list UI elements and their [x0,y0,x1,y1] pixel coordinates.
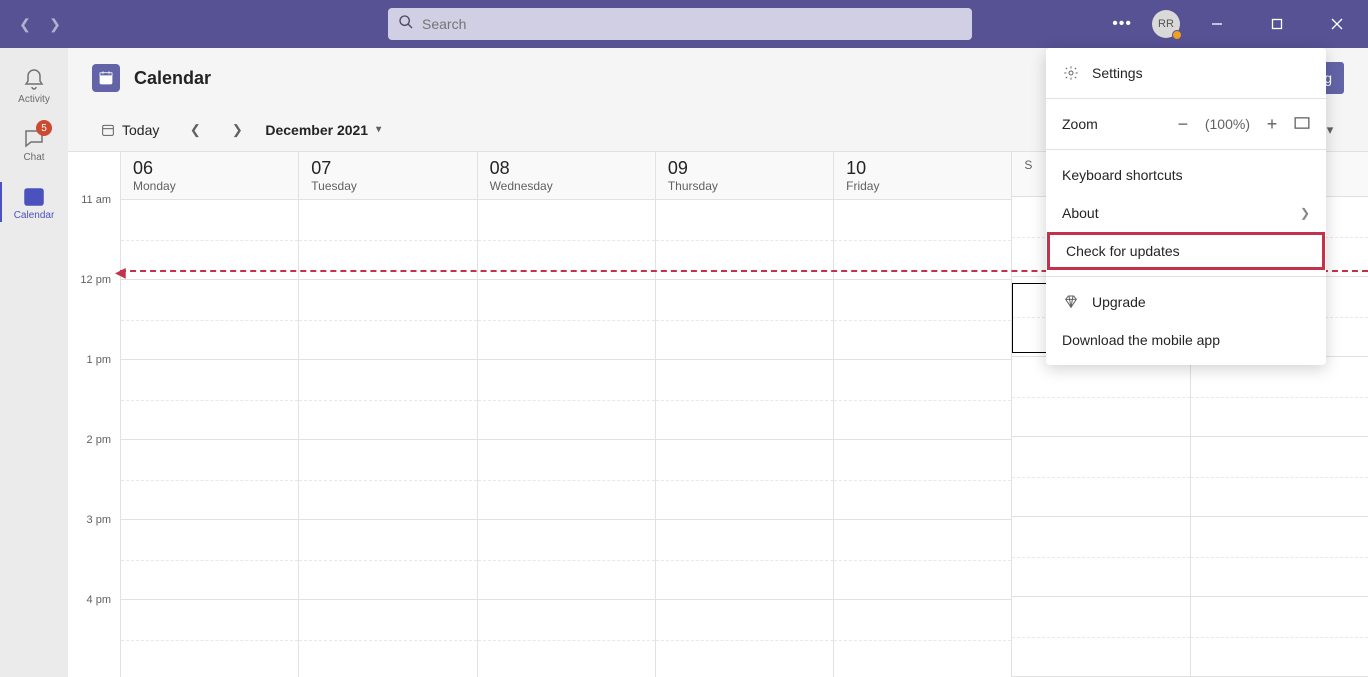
diamond-icon [1062,293,1080,311]
month-picker[interactable]: December 2021 ▾ [265,122,381,138]
app-rail: Activity 5 Chat Calendar [0,48,68,677]
chevron-down-icon: ▾ [376,124,381,135]
menu-about[interactable]: About ❯ [1046,194,1326,232]
gear-icon [1062,64,1080,82]
menu-check-updates[interactable]: Check for updates [1047,232,1325,270]
calendar-small-icon [100,122,116,138]
search-icon [398,14,414,35]
menu-separator [1046,276,1326,277]
prev-period[interactable]: ❮ [181,116,209,144]
today-label: Today [122,122,159,138]
day-column[interactable]: 06 Monday [120,152,298,677]
day-header: 10 Friday [834,152,1011,200]
day-name: Wednesday [490,179,643,193]
day-column[interactable]: 10 Friday [833,152,1011,677]
rail-chat[interactable]: 5 Chat [0,116,68,172]
time-label: 1 pm [68,354,119,434]
day-header: 06 Monday [121,152,298,200]
day-header: 09 Thursday [656,152,833,200]
zoom-out-button[interactable]: − [1171,114,1195,135]
day-name: Friday [846,179,999,193]
time-label: 12 pm [68,274,119,354]
day-name: Thursday [668,179,821,193]
zoom-in-button[interactable]: + [1260,114,1284,135]
menu-label: Keyboard shortcuts [1062,167,1183,183]
rail-label: Activity [18,94,50,105]
nav-back[interactable]: ❮ [16,16,34,33]
day-column[interactable]: 09 Thursday [655,152,833,677]
bell-icon [22,68,46,92]
day-header: 07 Tuesday [299,152,476,200]
rail-label: Chat [23,152,44,163]
window-minimize[interactable] [1194,0,1240,48]
window-close[interactable] [1314,0,1360,48]
calendar-icon [22,184,46,208]
chevron-right-icon: ❯ [1300,206,1310,220]
time-label: 3 pm [68,514,119,594]
rail-label: Calendar [14,210,55,221]
menu-label: Download the mobile app [1062,332,1220,348]
main-content: Calendar ng Today ❮ ❯ December 2021 ▾ ❮ … [68,48,1368,677]
day-number: 06 [133,158,286,179]
day-number: 10 [846,158,999,179]
month-text: December 2021 [265,122,368,138]
day-column[interactable]: 07 Tuesday [298,152,476,677]
more-menu-button[interactable]: ••• [1106,9,1138,39]
menu-keyboard-shortcuts[interactable]: Keyboard shortcuts [1046,156,1326,194]
nav-forward[interactable]: ❯ [46,16,64,33]
calendar-badge-icon [92,64,120,92]
menu-label: Settings [1092,65,1143,81]
day-name: Monday [133,179,286,193]
zoom-value: (100%) [1205,116,1250,132]
menu-zoom-row: Zoom − (100%) + [1046,105,1326,143]
zoom-label: Zoom [1062,116,1098,132]
menu-label: About [1062,205,1099,221]
time-column: 11 am 12 pm 1 pm 2 pm 3 pm 4 pm [68,152,120,677]
rail-calendar[interactable]: Calendar [0,174,68,230]
menu-download-mobile[interactable]: Download the mobile app [1046,321,1326,359]
today-button[interactable]: Today [92,118,167,142]
rail-activity[interactable]: Activity [0,58,68,114]
day-header: 08 Wednesday [478,152,655,200]
avatar[interactable]: RR [1152,10,1180,38]
next-period[interactable]: ❯ [223,116,251,144]
avatar-initials: RR [1158,18,1174,30]
menu-separator [1046,149,1326,150]
day-name: Tuesday [311,179,464,193]
search-input[interactable] [422,16,962,32]
time-label: 11 am [68,194,119,274]
settings-menu: Settings Zoom − (100%) + Keyboard shortc… [1046,48,1326,365]
search-box[interactable] [388,8,972,40]
now-dot: ◀ [115,264,126,281]
menu-label: Check for updates [1066,243,1180,259]
window-maximize[interactable] [1254,0,1300,48]
menu-settings[interactable]: Settings [1046,54,1326,92]
time-label: 4 pm [68,594,119,674]
chat-badge: 5 [36,120,52,136]
day-number: 09 [668,158,821,179]
fullscreen-icon[interactable] [1294,116,1310,132]
menu-separator [1046,98,1326,99]
page-title: Calendar [134,68,211,89]
menu-upgrade[interactable]: Upgrade [1046,283,1326,321]
menu-label: Upgrade [1092,294,1146,310]
time-label: 2 pm [68,434,119,514]
day-number: 08 [490,158,643,179]
titlebar: ❮ ❯ ••• RR [0,0,1368,48]
day-column[interactable]: 08 Wednesday [477,152,655,677]
day-number: 07 [311,158,464,179]
presence-badge [1172,30,1182,40]
